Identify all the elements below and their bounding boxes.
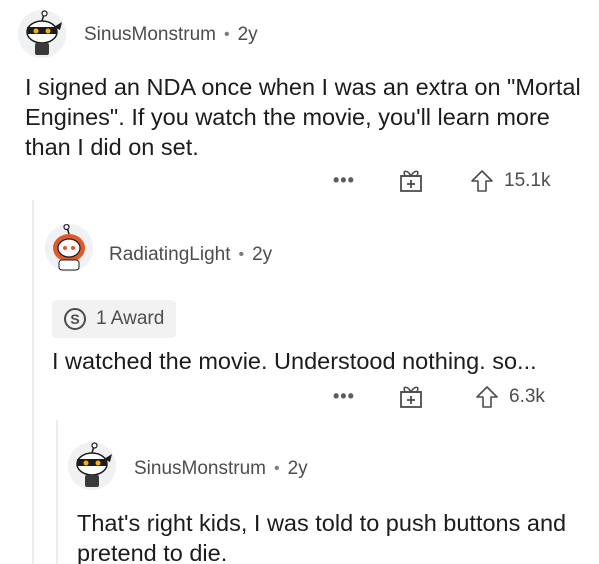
comment-body: I signed an NDA once when I was an extra… — [25, 74, 581, 160]
comment-age: 2y — [252, 244, 273, 265]
username-link[interactable]: RadiatingLight — [109, 244, 230, 266]
gift-icon — [400, 170, 422, 192]
snoo-ninja-avatar-icon — [18, 10, 66, 58]
comment-2: RadiatingLight • 2y S 1 Award I watched … — [0, 200, 599, 420]
comment-3: SinusMonstrum • 2y That's right kids, I … — [0, 420, 599, 564]
upvote-button[interactable]: 15.1k — [470, 169, 550, 193]
separator-dot: • — [274, 460, 280, 477]
username-link[interactable]: SinusMonstrum — [134, 458, 266, 480]
upvote-button[interactable]: 6.3k — [475, 385, 545, 409]
separator-dot: • — [224, 26, 230, 43]
upvote-count: 6.3k — [509, 386, 545, 407]
snoo-redhair-avatar-icon — [45, 224, 93, 272]
give-award-button[interactable] — [398, 167, 424, 198]
award-badge[interactable]: S 1 Award — [52, 300, 177, 338]
award-label: 1 Award — [96, 308, 165, 329]
user-avatar[interactable] — [18, 10, 66, 58]
username-link[interactable]: SinusMonstrum — [84, 24, 216, 46]
upvote-arrow-icon — [471, 170, 493, 192]
separator-dot: • — [238, 246, 245, 263]
gift-icon — [400, 386, 422, 408]
silver-award-icon: S — [64, 308, 86, 330]
user-avatar[interactable] — [68, 442, 116, 490]
upvote-arrow-icon — [476, 386, 498, 408]
more-options-button[interactable]: ••• — [333, 170, 355, 191]
more-options-button[interactable]: ••• — [333, 386, 355, 407]
upvote-count: 15.1k — [504, 170, 551, 191]
comment-1: SinusMonstrum • 2y I signed an NDA once … — [0, 0, 599, 200]
comment-age: 2y — [287, 458, 308, 479]
comment-header: RadiatingLight • 2y — [109, 244, 272, 266]
comment-header: SinusMonstrum • 2y — [84, 24, 258, 46]
comment-age: 2y — [237, 24, 258, 45]
comment-body: I watched the movie. Understood nothing.… — [52, 348, 537, 374]
snoo-ninja-avatar-icon — [68, 442, 116, 490]
comment-header: SinusMonstrum • 2y — [134, 458, 308, 480]
user-avatar[interactable] — [45, 224, 93, 272]
give-award-button[interactable] — [398, 383, 424, 414]
comment-body: That's right kids, I was told to push bu… — [77, 510, 567, 564]
